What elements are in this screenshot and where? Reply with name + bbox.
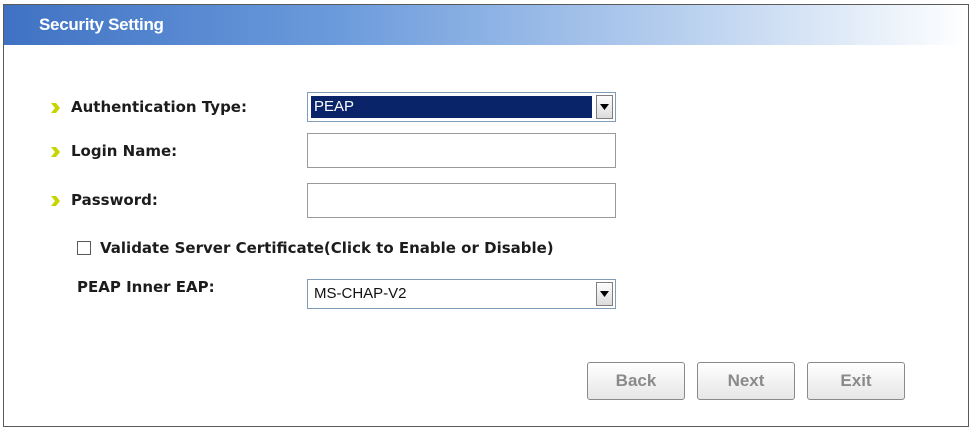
auth-type-value: PEAP [311,96,592,118]
validate-cert-label[interactable]: Validate Server Certificate(Click to Ena… [100,239,554,257]
chevron-down-icon[interactable] [596,282,613,306]
chevron-down-icon[interactable] [596,95,613,119]
password-row: Password: [49,185,158,215]
back-button[interactable]: Back [587,362,685,400]
auth-type-row: Authentication Type: [49,92,247,122]
auth-type-label: Authentication Type: [71,98,247,116]
login-name-label: Login Name: [71,142,178,160]
arrow-bullet-icon [49,100,63,114]
peap-inner-eap-label: PEAP Inner EAP: [77,278,215,296]
auth-type-select[interactable]: PEAP [307,92,616,122]
dialog-title: Security Setting [39,15,164,34]
arrow-bullet-icon [49,193,63,207]
next-button[interactable]: Next [697,362,795,400]
peap-inner-eap-value: MS-CHAP-V2 [314,285,407,302]
title-bar: Security Setting [4,5,968,45]
password-input[interactable] [307,183,616,218]
exit-button[interactable]: Exit [807,362,905,400]
login-name-row: Login Name: [49,136,177,166]
login-name-input[interactable] [307,133,616,168]
password-label: Password: [71,191,158,209]
security-setting-dialog: Security Setting Authentication Type: PE… [3,4,969,427]
arrow-bullet-icon [49,144,63,158]
validate-cert-checkbox[interactable] [77,241,91,255]
validate-cert-row[interactable]: Validate Server Certificate(Click to Ena… [77,239,554,257]
peap-inner-eap-select[interactable]: MS-CHAP-V2 [307,279,616,309]
